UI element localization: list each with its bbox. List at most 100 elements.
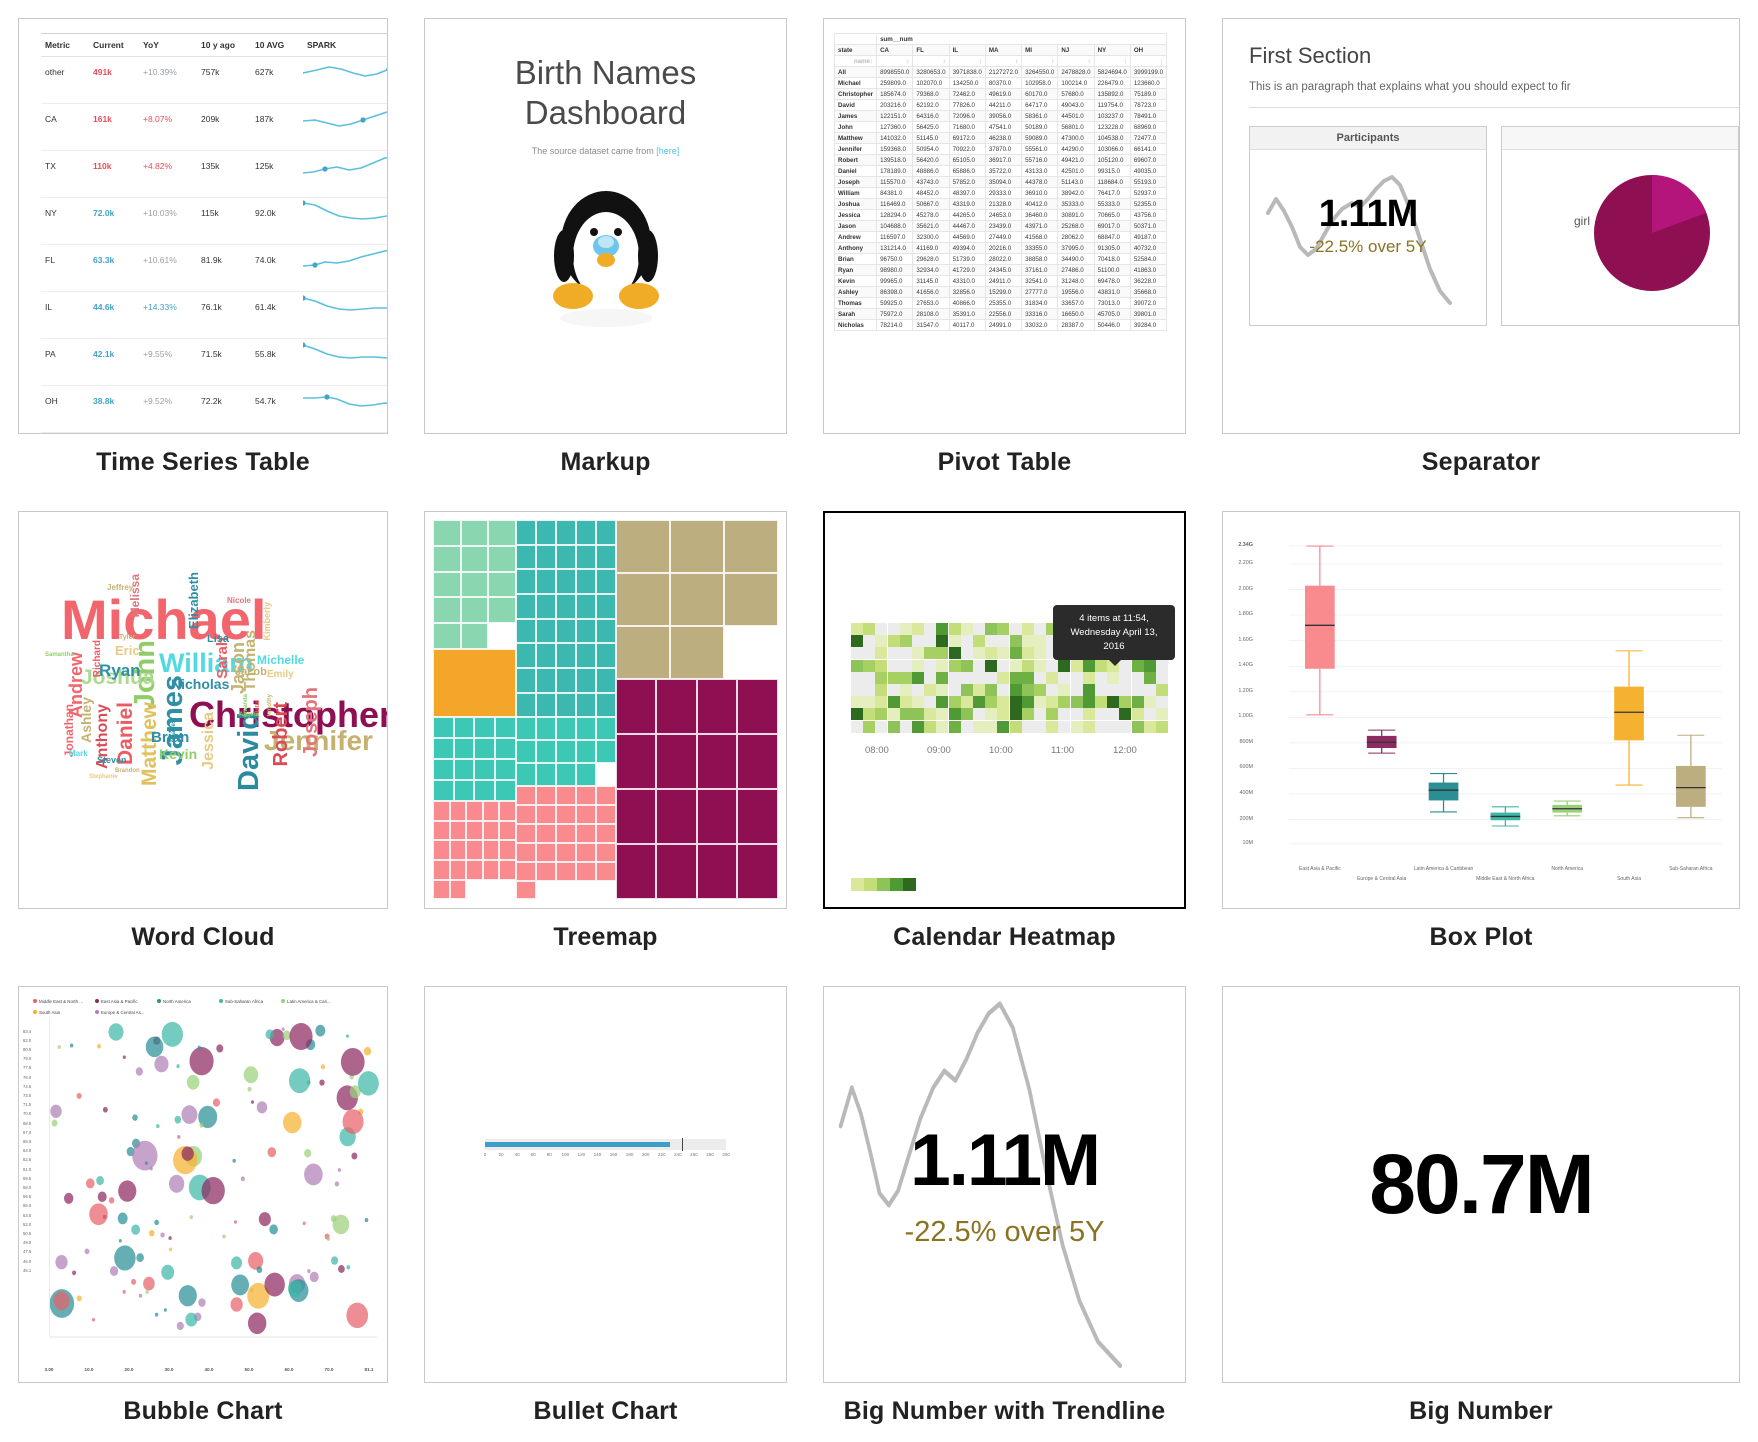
gallery-cell-treemap[interactable]: Treemap (406, 493, 805, 968)
calendar-cell[interactable] (863, 623, 876, 635)
thumb-treemap[interactable] (424, 511, 787, 909)
calendar-cell[interactable] (851, 623, 863, 635)
table-row[interactable]: David 203216.0 62192.0 77826.0 44211.0 64717.… (833, 99, 1168, 111)
calendar-cell[interactable] (985, 671, 998, 684)
calendar-cell[interactable] (960, 659, 973, 672)
treemap-tile[interactable] (466, 860, 483, 880)
calendar-cell[interactable] (1070, 659, 1083, 672)
table-row[interactable]: William 84381.0 48452.0 48397.0 29333.0 36910… (833, 187, 1168, 199)
separator-panel-pie[interactable]: girl (1501, 126, 1739, 326)
calendar-cell[interactable] (1046, 696, 1059, 709)
calendar-cell[interactable] (924, 623, 937, 635)
calendar-cell[interactable] (863, 659, 876, 672)
treemap-tile[interactable] (595, 618, 616, 644)
word-cloud-word[interactable]: Jessica (200, 712, 217, 770)
calendar-cell[interactable] (863, 708, 876, 721)
calendar-cell[interactable] (1119, 696, 1132, 709)
table-row[interactable]: Christopher 185674.0 79368.0 72462.0 49619.0… (833, 88, 1168, 100)
calendar-cell[interactable] (997, 684, 1010, 696)
calendar-cell[interactable] (1046, 720, 1059, 733)
calendar-cell[interactable] (1058, 659, 1071, 672)
treemap-tile[interactable] (433, 738, 454, 760)
pivot-sort-cell[interactable]: ↕ (948, 55, 986, 67)
calendar-cell[interactable] (887, 635, 900, 648)
pivot-col-header[interactable]: IL (948, 44, 986, 56)
calendar-cell[interactable] (1131, 696, 1144, 709)
calendar-cell[interactable] (985, 623, 998, 635)
calendar-cell[interactable] (851, 720, 863, 733)
calendar-cell[interactable] (887, 708, 900, 721)
treemap-tile[interactable] (615, 520, 670, 574)
table-row[interactable]: IL 44.6k +14.33% 76.1k 61.4k (41, 291, 387, 339)
treemap-tile[interactable] (615, 789, 657, 845)
word-cloud-word[interactable]: Kimberly (262, 602, 272, 641)
treemap-tile[interactable] (488, 571, 516, 598)
treemap-tile[interactable] (466, 840, 483, 861)
treemap-tile[interactable] (449, 840, 467, 861)
calendar-cell[interactable] (948, 647, 961, 660)
treemap-tile[interactable] (535, 842, 556, 862)
calendar-cell[interactable] (973, 720, 985, 733)
treemap-tile[interactable] (615, 844, 657, 900)
calendar-cell[interactable] (1131, 659, 1144, 672)
calendar-cell[interactable] (1143, 684, 1156, 696)
calendar-cell[interactable] (887, 659, 900, 672)
word-cloud-word[interactable]: Ryan (99, 662, 141, 679)
treemap-tile[interactable] (433, 759, 454, 780)
treemap-tile[interactable] (535, 717, 556, 741)
calendar-cell[interactable] (851, 659, 863, 672)
treemap-tile[interactable] (488, 520, 516, 546)
calendar-cell[interactable] (1107, 671, 1120, 684)
calendar-cell[interactable] (1058, 684, 1071, 696)
treemap-tile[interactable] (535, 569, 556, 594)
treemap-tile[interactable] (595, 717, 616, 741)
pivot-sort-cell[interactable]: ↕ (912, 55, 950, 67)
treemap-tile[interactable] (555, 717, 576, 741)
thumb-bubble-chart[interactable]: Middle East & North ... East Asia & Pacif… (18, 985, 388, 1383)
calendar-cell[interactable] (924, 659, 937, 672)
calendar-cell[interactable] (924, 696, 937, 709)
calendar-cell[interactable] (1095, 659, 1107, 672)
calendar-cell[interactable] (863, 720, 876, 733)
treemap-tile[interactable] (595, 785, 616, 805)
calendar-cell[interactable] (851, 696, 863, 709)
calendar-cell[interactable] (899, 708, 912, 721)
calendar-cell[interactable] (960, 623, 973, 635)
calendar-cell[interactable] (851, 684, 863, 696)
treemap-tile[interactable] (535, 594, 556, 619)
calendar-cell[interactable] (973, 659, 985, 672)
calendar-cell[interactable] (1046, 671, 1059, 684)
calendar-cell[interactable] (948, 720, 961, 733)
calendar-cell[interactable] (948, 635, 961, 648)
word-cloud-word[interactable]: Timothy (267, 694, 273, 717)
table-row[interactable]: Michael 259809.0 102070.0 134250.0 80370.0 10… (833, 77, 1168, 89)
thumb-calendar-heatmap[interactable]: 08:00 09:00 10:00 11:00 12:00 4 items at 11:… (823, 511, 1186, 909)
treemap-tile[interactable] (575, 717, 596, 741)
treemap-tile[interactable] (575, 692, 596, 718)
calendar-cell[interactable] (1058, 696, 1071, 709)
calendar-cell[interactable] (924, 708, 937, 721)
treemap-tile[interactable] (433, 623, 461, 650)
calendar-cell[interactable] (1021, 659, 1034, 672)
treemap-tile[interactable] (515, 520, 536, 545)
calendar-cell[interactable] (948, 671, 961, 684)
calendar-cell[interactable] (875, 659, 888, 672)
calendar-cell[interactable] (1058, 720, 1071, 733)
calendar-cell[interactable] (912, 635, 924, 648)
table-row[interactable]: Anthony 131214.0 41169.0 49394.0 20216.0 3335… (833, 242, 1168, 254)
treemap-tile[interactable] (669, 520, 724, 574)
treemap-tile[interactable] (615, 626, 670, 680)
treemap-tile[interactable] (433, 571, 461, 598)
calendar-cell[interactable] (912, 623, 924, 635)
treemap-tile[interactable] (488, 597, 516, 624)
calendar-cell[interactable] (1119, 708, 1132, 721)
treemap-tile[interactable] (615, 734, 657, 790)
treemap-tile[interactable] (460, 623, 489, 650)
calendar-cell[interactable] (960, 647, 973, 660)
calendar-cell[interactable] (1107, 684, 1120, 696)
bubble-legend-item[interactable]: Europe & Central As... (95, 1010, 144, 1015)
treemap-tile[interactable] (535, 861, 556, 881)
calendar-cell[interactable] (1131, 720, 1144, 733)
calendar-cell[interactable] (1156, 671, 1168, 684)
treemap-tile[interactable] (499, 820, 516, 841)
